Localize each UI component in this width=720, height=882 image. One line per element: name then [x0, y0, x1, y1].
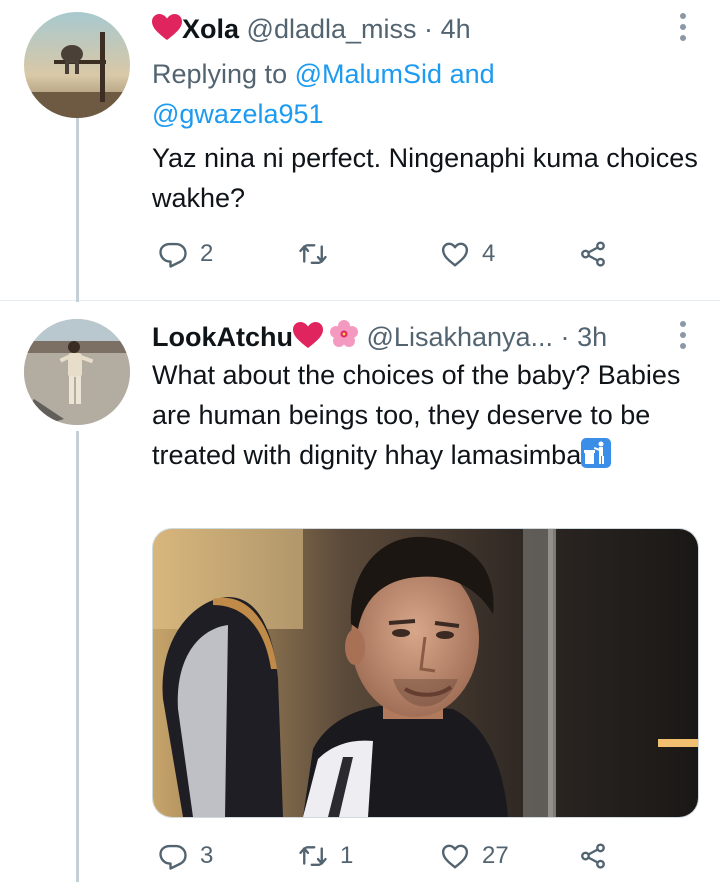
like-count: 4: [482, 240, 496, 267]
photo-man-in-vehicle: [153, 529, 698, 817]
tweet-actions: 2 4: [152, 234, 632, 274]
share-icon: [581, 843, 605, 869]
user-handle[interactable]: @Lisakhanya...: [367, 322, 554, 352]
heart-icon: [441, 242, 469, 267]
litter-bin-icon: [581, 438, 612, 468]
heart-icon: [441, 844, 469, 869]
more-options-icon[interactable]: [680, 13, 688, 46]
replying-to: Replying to @MalumSid and @gwazela951: [152, 54, 672, 134]
tweet-text-container: What about the choices of the baby? Babi…: [152, 355, 700, 475]
red-heart-icon: [152, 14, 182, 49]
retweet-button[interactable]: [298, 234, 328, 274]
retweet-button[interactable]: 1: [298, 836, 353, 876]
tweet-photo[interactable]: [152, 528, 699, 818]
tweet-text: Yaz nina ni perfect. Ningenaphi kuma cho…: [152, 143, 698, 213]
separator-dot: ·: [560, 322, 570, 352]
share-button[interactable]: [578, 234, 608, 274]
retweet-icon: [299, 244, 327, 264]
avatar-lookatchu-image: [24, 319, 130, 425]
timestamp[interactable]: 4h: [441, 14, 471, 44]
display-name[interactable]: LookAtchu: [152, 322, 293, 352]
avatar-xola[interactable]: [24, 12, 130, 118]
tweet-header: LookAtchu @Lisakhanya... · 3h: [152, 319, 607, 357]
retweet-icon: [299, 846, 327, 866]
mention-and: and: [449, 59, 495, 89]
separator-dot: ·: [424, 14, 434, 44]
tweet-header: Xola @dladla_miss · 4h: [152, 12, 471, 49]
reply-icon: [159, 844, 187, 870]
user-handle[interactable]: @dladla_miss: [247, 14, 417, 44]
display-name[interactable]: Xola: [182, 14, 239, 44]
red-heart-icon: [293, 322, 323, 357]
more-options-icon[interactable]: [680, 321, 688, 354]
thread-line: [76, 118, 79, 302]
mention-gwazela951[interactable]: @gwazela951: [152, 99, 324, 129]
tweet-xola[interactable]: Xola @dladla_miss · 4h Replying to @Malu…: [0, 0, 720, 302]
share-button[interactable]: [578, 836, 608, 876]
thread-line: [76, 431, 79, 882]
reply-icon: [159, 242, 187, 268]
avatar-xola-image: [24, 12, 130, 118]
replying-to-label: Replying to: [152, 59, 288, 89]
reply-count: 3: [200, 842, 214, 869]
timestamp[interactable]: 3h: [577, 322, 607, 352]
avatar-lookatchu[interactable]: [24, 319, 130, 425]
reply-count: 2: [200, 240, 214, 267]
hibiscus-flower-icon: [329, 319, 359, 357]
like-count: 27: [482, 842, 509, 869]
retweet-count: 1: [340, 842, 354, 869]
like-button[interactable]: 4: [440, 234, 495, 274]
reply-button[interactable]: 2: [158, 234, 213, 274]
share-icon: [581, 241, 605, 267]
mention-malumsid[interactable]: @MalumSid: [295, 59, 442, 89]
tweet-actions: 3 1 27: [152, 836, 632, 876]
like-button[interactable]: 27: [440, 836, 509, 876]
reply-button[interactable]: 3: [158, 836, 213, 876]
tweet-lookatchu[interactable]: LookAtchu @Lisakhanya... · 3h What about…: [0, 301, 720, 882]
